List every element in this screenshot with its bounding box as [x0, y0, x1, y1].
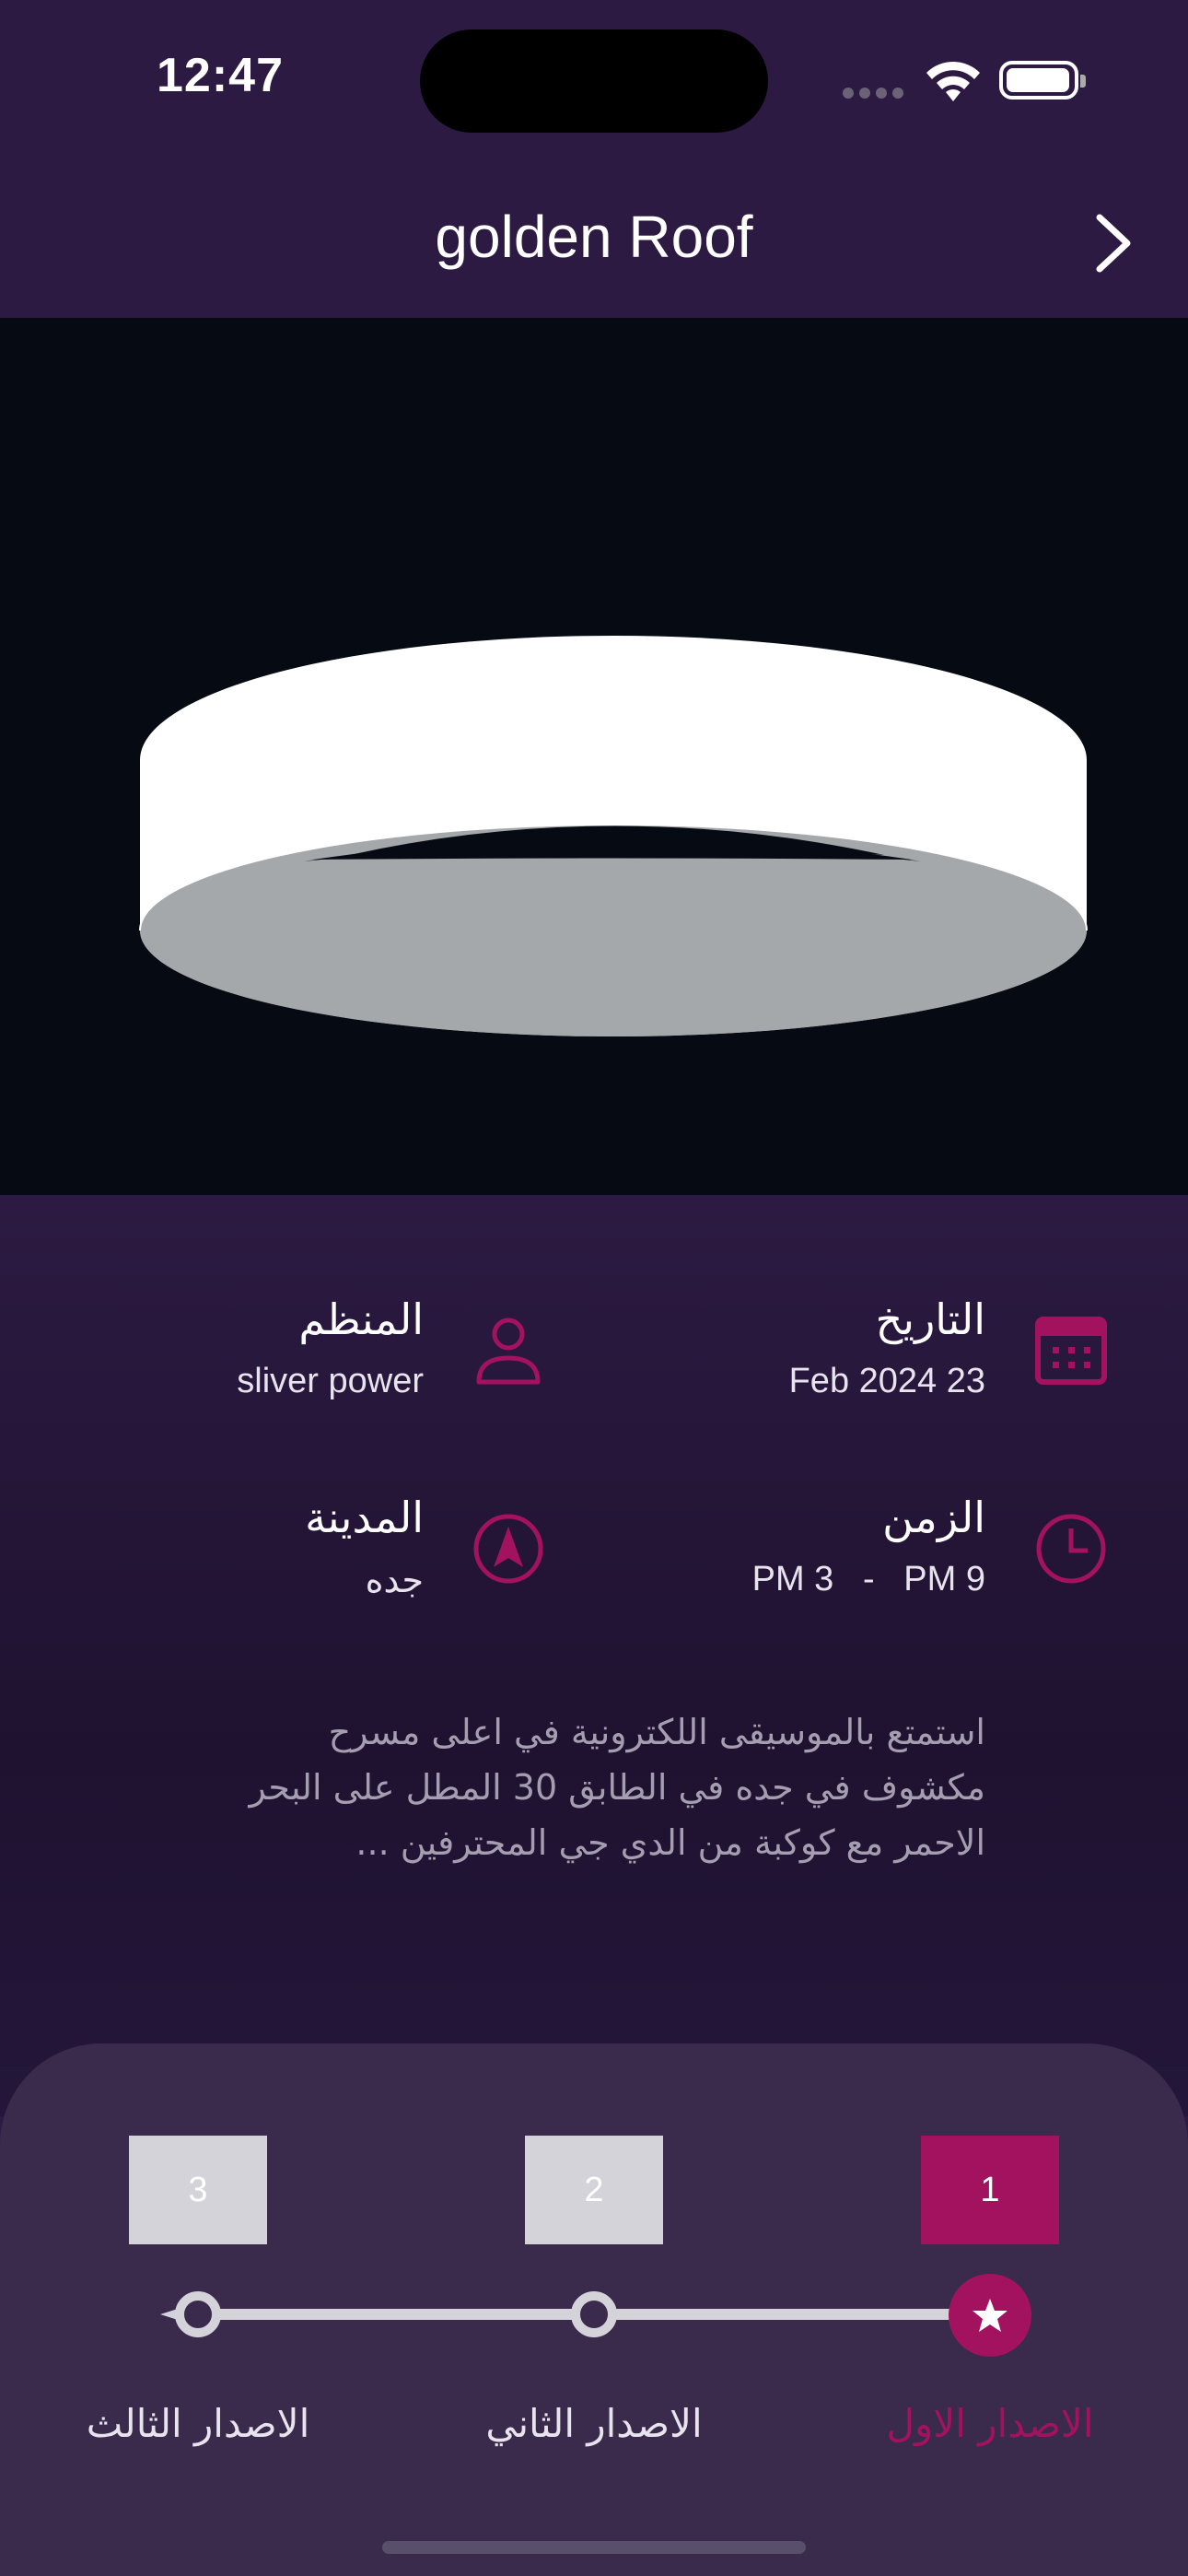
city-label: المدينة [305, 1493, 424, 1542]
release-step-3-box[interactable]: 3 [129, 2136, 267, 2244]
home-indicator[interactable] [382, 2541, 806, 2554]
dynamic-island [420, 29, 768, 133]
date-label: التاريخ [875, 1294, 985, 1344]
organizer-value: sliver power [237, 1362, 424, 1400]
time-label: الزمن [882, 1493, 985, 1542]
wifi-icon [926, 61, 980, 101]
cellular-signal-icon [843, 85, 916, 99]
ring-logo [139, 636, 1088, 1036]
city-value: جده [365, 1562, 424, 1600]
location-arrow-icon [473, 1514, 543, 1584]
status-time: 12:47 [157, 49, 284, 102]
clock-icon [1036, 1514, 1106, 1584]
release-step-3-dot[interactable] [175, 2291, 221, 2337]
release-step-1-label[interactable]: الاصدار الاول [852, 2401, 1128, 2446]
release-step-2-box[interactable]: 2 [525, 2136, 663, 2244]
release-step-1-box[interactable]: 1 [921, 2136, 1059, 2244]
star-icon [973, 2299, 1007, 2332]
time-value: PM 3 - PM 9 [751, 1560, 985, 1598]
chevron-right-icon[interactable] [1087, 206, 1142, 280]
release-step-2-label[interactable]: الاصدار الثاني [456, 2401, 732, 2446]
description-line: مكشوف في جده في الطابق 30 المطل على البح… [249, 1767, 985, 1808]
release-step-3-label[interactable]: الاصدار الثالث [60, 2401, 336, 2446]
date-value: Feb 2024 23 [788, 1362, 985, 1400]
person-icon [476, 1317, 541, 1385]
release-step-1-dot[interactable] [949, 2274, 1031, 2357]
organizer-label: المنظم [298, 1294, 424, 1344]
description-line: الاحمر مع كوكبة من الدي جي المحترفين ... [355, 1822, 985, 1863]
battery-icon [999, 61, 1086, 100]
release-step-2-dot[interactable] [571, 2291, 617, 2337]
description-line: استمتع بالموسيقى اللكترونية في اعلى مسرح [328, 1712, 985, 1752]
event-description: استمتع بالموسيقى اللكترونية في اعلى مسرح… [157, 1704, 985, 1870]
page-title: golden Roof [435, 204, 753, 270]
event-image [0, 318, 1188, 1195]
calendar-icon [1035, 1317, 1107, 1385]
